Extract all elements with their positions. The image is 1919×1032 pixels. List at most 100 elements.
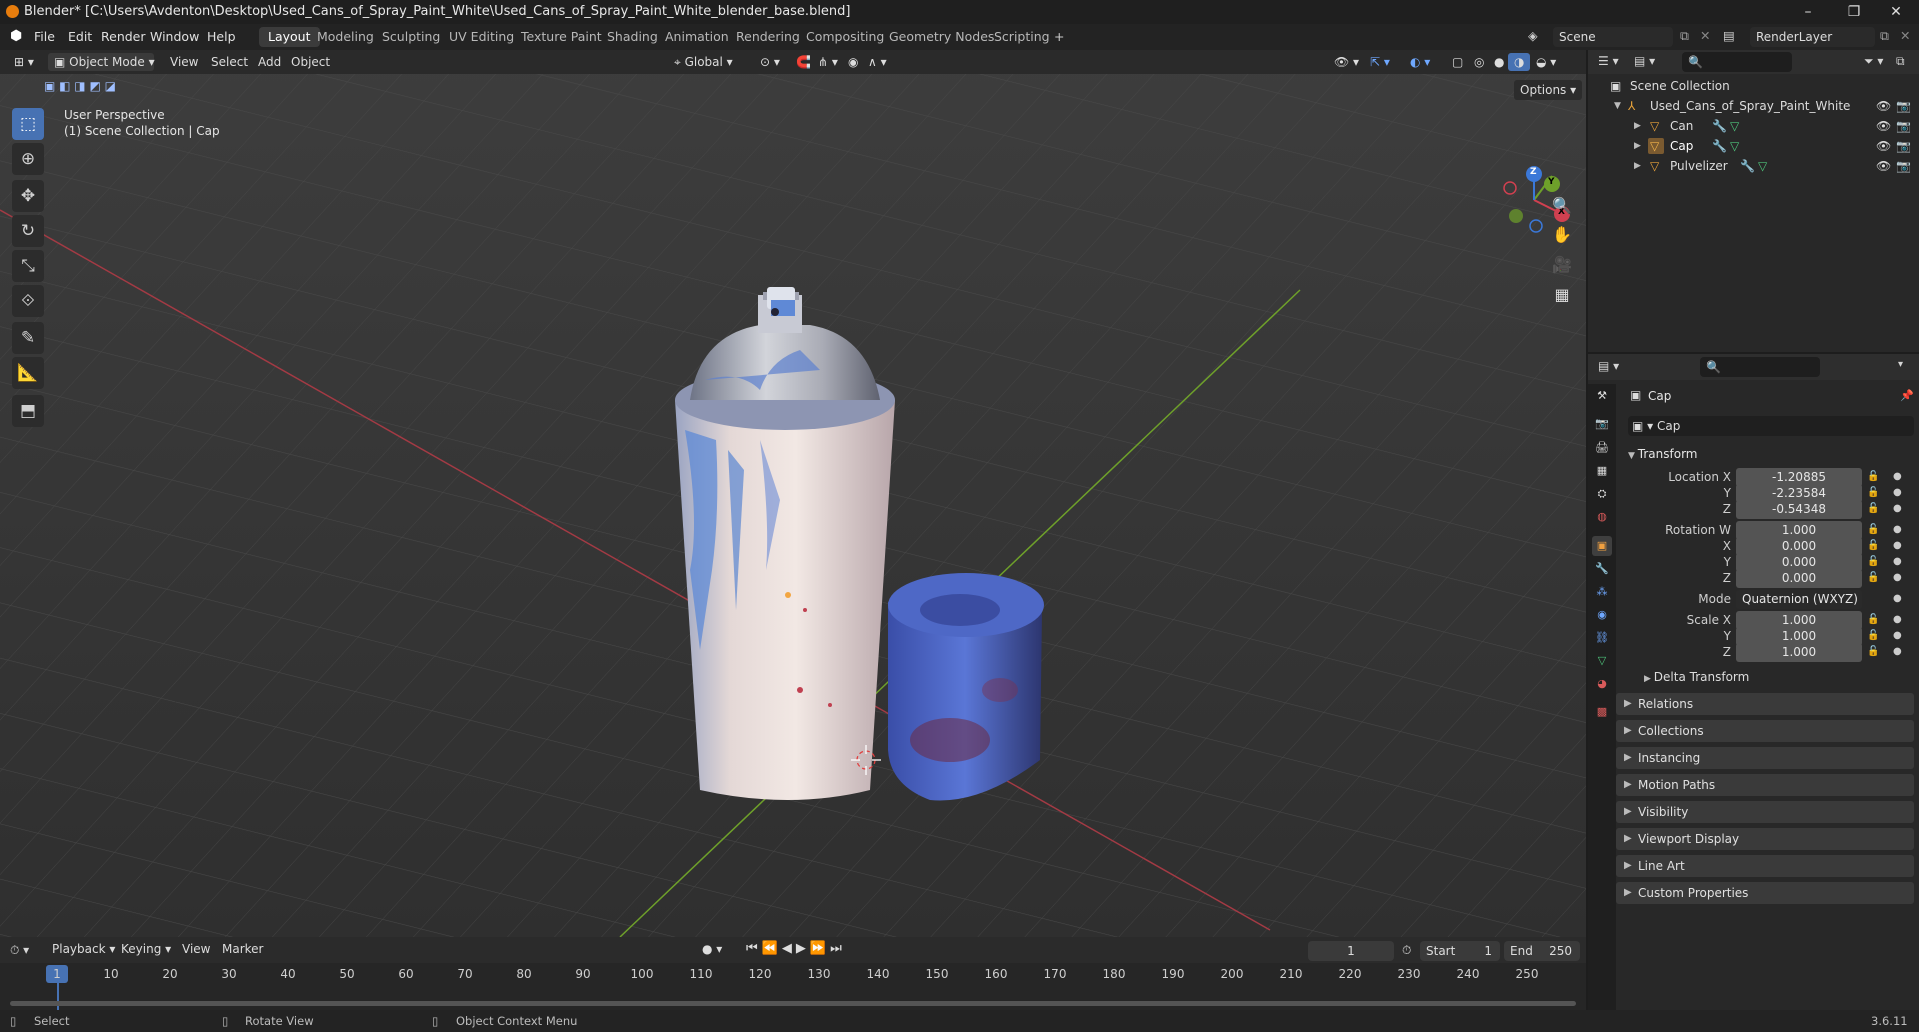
- particles-tab-icon[interactable]: ⁂: [1592, 582, 1612, 602]
- viewport-menu-object[interactable]: Object: [285, 53, 336, 71]
- tool-tab-icon[interactable]: ⚒: [1592, 386, 1612, 406]
- move-tool-icon[interactable]: ✥: [12, 180, 44, 212]
- render-layer-field[interactable]: RenderLayer: [1750, 27, 1875, 47]
- render-tab-icon[interactable]: 📷: [1592, 414, 1612, 434]
- falloff-icon[interactable]: ∧ ▾: [862, 53, 893, 71]
- render-layer-copy-icon[interactable]: ⧉: [1880, 28, 1889, 44]
- chevron-down-icon[interactable]: ▼: [1614, 96, 1621, 116]
- visibility-eye-icon[interactable]: 👁: [1876, 156, 1891, 176]
- render-camera-icon[interactable]: 📷: [1896, 116, 1911, 136]
- outliner-display-mode-icon[interactable]: ▤ ▾: [1634, 54, 1655, 68]
- options-dropdown[interactable]: Options ▾: [1514, 80, 1583, 100]
- measure-tool-icon[interactable]: 📐: [12, 357, 44, 389]
- preview-range-icon[interactable]: ⏱: [1402, 943, 1411, 958]
- scene-copy-icon[interactable]: ⧉: [1680, 28, 1689, 44]
- render-camera-icon[interactable]: 📷: [1896, 136, 1911, 156]
- lock-icon[interactable]: 🔓: [1867, 540, 1879, 551]
- add-workspace-button[interactable]: +: [1045, 27, 1073, 47]
- visibility-panel[interactable]: ▶ Visibility: [1616, 801, 1914, 823]
- viewport-display-panel[interactable]: ▶ Viewport Display: [1616, 828, 1914, 850]
- outliner-collection-row[interactable]: ▼ ⅄ Used_Cans_of_Spray_Paint_White 👁 📷: [1588, 96, 1919, 116]
- selection-mode-icons[interactable]: ▣ ◧ ◨ ◩ ◪: [44, 79, 116, 93]
- lock-icon[interactable]: 🔓: [1867, 556, 1879, 567]
- timeline-menu-marker[interactable]: Marker: [216, 940, 269, 958]
- world-tab-icon[interactable]: ◍: [1592, 507, 1612, 527]
- workspace-tab-uv-editing[interactable]: UV Editing: [440, 27, 523, 47]
- viewport-scene[interactable]: [0, 50, 1586, 937]
- keyframe-dot-icon[interactable]: ●: [1893, 593, 1902, 604]
- constraints-tab-icon[interactable]: ⛓: [1592, 628, 1612, 648]
- timeline-menu-keying[interactable]: Keying ▾: [115, 940, 177, 958]
- material-tab-icon[interactable]: ◕: [1592, 674, 1612, 694]
- transform-orientation-dropdown[interactable]: ⌖ Global ▾: [668, 53, 746, 71]
- snap-target-icon[interactable]: ⋔ ▾: [812, 53, 844, 71]
- camera-view-icon[interactable]: 🎥: [1548, 251, 1576, 279]
- rotation-mode-dropdown[interactable]: Quaternion (WXYZ) ▾: [1736, 590, 1862, 625]
- current-frame-field[interactable]: 1: [1308, 941, 1394, 961]
- add-cube-tool-icon[interactable]: ⬒: [12, 395, 44, 427]
- lock-icon[interactable]: 🔓: [1867, 614, 1879, 625]
- close-button[interactable]: ✕: [1873, 0, 1919, 24]
- keyframe-dot-icon[interactable]: ●: [1893, 503, 1902, 514]
- menu-help[interactable]: Help: [207, 29, 236, 44]
- output-tab-icon[interactable]: 🖨: [1592, 438, 1612, 458]
- properties-search-input[interactable]: 🔍: [1700, 357, 1820, 377]
- chevron-right-icon[interactable]: ▶: [1634, 156, 1641, 176]
- viewport-menu-view[interactable]: View: [164, 53, 204, 71]
- scene-name-field[interactable]: Scene: [1553, 27, 1673, 47]
- pan-view-icon[interactable]: ✋: [1548, 221, 1576, 249]
- properties-editor-type-icon[interactable]: ▤ ▾: [1598, 359, 1619, 373]
- visibility-eye-icon[interactable]: 👁: [1876, 116, 1891, 136]
- lock-icon[interactable]: 🔓: [1867, 524, 1879, 535]
- timeline-editor[interactable]: ⏱ ▾ Playback ▾ Keying ▾ View Marker ● ▾ …: [0, 937, 1586, 1010]
- gizmo-toggle-icon[interactable]: ⇱ ▾: [1364, 53, 1396, 71]
- outliner-row-can[interactable]: ▶ ▽ Can 🔧 ▽ 👁 📷: [1588, 116, 1919, 136]
- render-camera-icon[interactable]: 📷: [1896, 96, 1911, 116]
- line-art-panel[interactable]: ▶ Line Art: [1616, 855, 1914, 877]
- scene-remove-icon[interactable]: ✕: [1700, 28, 1710, 43]
- keyframe-dot-icon[interactable]: ●: [1893, 540, 1902, 551]
- zoom-view-icon[interactable]: 🔍: [1548, 192, 1576, 220]
- object-tab-icon[interactable]: ▣: [1592, 536, 1612, 556]
- workspace-tab-animation[interactable]: Animation: [656, 27, 738, 47]
- keyframe-dot-icon[interactable]: ●: [1893, 630, 1902, 641]
- outliner-row-pulvelizer[interactable]: ▶ ▽ Pulvelizer 🔧 ▽ 👁 📷: [1588, 156, 1919, 176]
- outliner-row-cap[interactable]: ▶ ▽ Cap 🔧 ▽ 👁 📷: [1588, 136, 1919, 156]
- viewport-menu-add[interactable]: Add: [252, 53, 287, 71]
- visibility-filter-icon[interactable]: 👁 ▾: [1328, 53, 1365, 71]
- scale-tool-icon[interactable]: ⤡: [12, 250, 44, 282]
- custom-properties-panel[interactable]: ▶ Custom Properties: [1616, 882, 1914, 904]
- annotate-tool-icon[interactable]: ✎: [12, 322, 44, 354]
- rotate-tool-icon[interactable]: ↻: [12, 215, 44, 247]
- lock-icon[interactable]: 🔓: [1867, 646, 1879, 657]
- delta-transform-subpanel[interactable]: ▶ Delta Transform: [1644, 670, 1749, 684]
- minimize-button[interactable]: –: [1785, 0, 1831, 24]
- timeline-menu-view[interactable]: View: [176, 940, 216, 958]
- object-datablock-icon[interactable]: ▣ ▾: [1632, 419, 1657, 433]
- menu-render[interactable]: Render: [101, 29, 146, 44]
- pivot-point-icon[interactable]: ⊙ ▾: [754, 53, 786, 71]
- transform-panel-header[interactable]: ▼ Transform: [1628, 444, 1698, 464]
- overlay-toggle-icon[interactable]: ◐ ▾: [1404, 53, 1436, 71]
- outliner-search-input[interactable]: 🔍: [1682, 52, 1792, 72]
- object-mode-dropdown[interactable]: ▣ Object Mode ▾: [48, 53, 155, 71]
- menu-edit[interactable]: Edit: [68, 29, 92, 44]
- scale-z-field[interactable]: 1.000: [1736, 643, 1862, 662]
- keyframe-dot-icon[interactable]: ●: [1893, 556, 1902, 567]
- outliner-scene-collection[interactable]: ▣ Scene Collection: [1588, 76, 1919, 96]
- properties-options-icon[interactable]: ▾: [1898, 359, 1903, 370]
- data-tab-icon[interactable]: ▽: [1592, 651, 1612, 671]
- select-box-tool-icon[interactable]: ⬚: [12, 108, 44, 140]
- menu-window[interactable]: Window: [150, 29, 199, 44]
- new-collection-icon[interactable]: ⧉: [1896, 54, 1905, 69]
- cursor-tool-icon[interactable]: ⊕: [12, 143, 44, 175]
- keyframe-dot-icon[interactable]: ●: [1893, 646, 1902, 657]
- start-frame-field[interactable]: Start 1: [1420, 941, 1500, 961]
- timeline-editor-type-icon[interactable]: ⏱ ▾: [10, 943, 29, 958]
- outliner-filter-icon[interactable]: ⏷ ▾: [1864, 54, 1883, 69]
- relations-panel[interactable]: ▶ Relations: [1616, 693, 1914, 715]
- playback-controls[interactable]: ⏮⏪◀▶⏩⏭: [746, 941, 846, 956]
- workspace-tab-modeling[interactable]: Modeling: [308, 27, 383, 47]
- rendered-shading-icon[interactable]: ◒ ▾: [1530, 53, 1562, 71]
- lock-icon[interactable]: 🔓: [1867, 487, 1879, 498]
